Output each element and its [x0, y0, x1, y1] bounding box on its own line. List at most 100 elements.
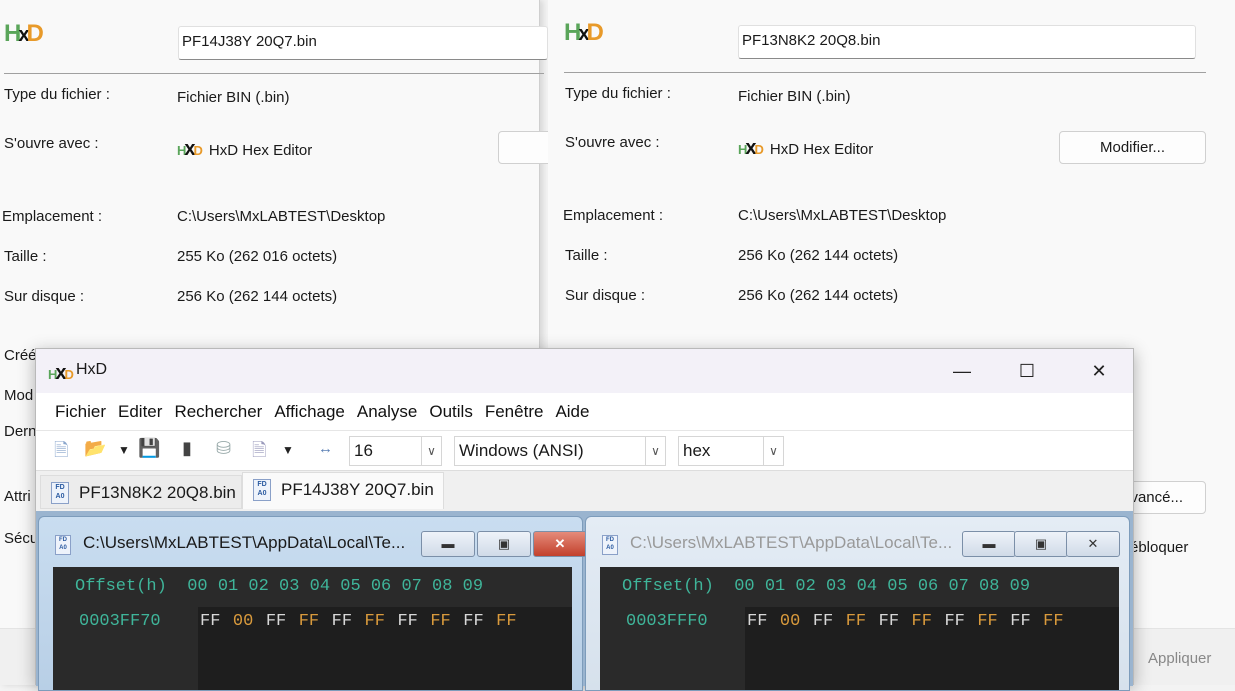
hex-view[interactable]: Offset(h) 00 01 02 03 04 05 06 07 08 09 … [53, 567, 572, 690]
label-on-disk: Sur disque : [4, 288, 85, 305]
modify-button[interactable]: Modifier... [1059, 131, 1206, 164]
hex-byte[interactable]: FF [1043, 612, 1063, 631]
image-icon[interactable]: 🗎 [252, 438, 266, 468]
menu-aide[interactable]: Aide [555, 402, 589, 422]
hex-byte[interactable]: 00 [780, 612, 800, 631]
hex-byte[interactable]: FF [496, 612, 516, 631]
label-modified: Mod [4, 387, 34, 404]
label-size: Taille : [4, 248, 47, 265]
hex-byte[interactable]: FF [332, 612, 352, 631]
save-icon[interactable]: 💾 [138, 438, 160, 459]
new-file-icon[interactable]: 🗎 [54, 438, 68, 468]
value-type: Fichier BIN (.bin) [177, 89, 290, 106]
label-accessed: Dern [4, 423, 37, 440]
hex-byte[interactable]: FF [463, 612, 483, 631]
hex-byte[interactable]: FF [944, 612, 964, 631]
file-icon: FD A0 [51, 482, 69, 504]
menu-analyse[interactable]: Analyse [357, 402, 417, 422]
menu-fenetre[interactable]: Fenêtre [485, 402, 544, 422]
value-opens-with: HxD HxD Hex Editor [177, 138, 312, 161]
label-location: Emplacement : [563, 207, 664, 224]
hxd-file-icon: HxD [564, 19, 604, 46]
hex-view[interactable]: Offset(h) 00 01 02 03 04 05 06 07 08 09 … [600, 567, 1119, 690]
child-title: C:\Users\MxLABTEST\AppData\Local\Te... [83, 533, 406, 552]
minimize-button[interactable]: — [939, 357, 985, 385]
hex-byte[interactable]: FF [813, 612, 833, 631]
label-created: Créé [4, 347, 37, 364]
bytes-per-row-select[interactable]: 16 ∨ [349, 436, 442, 466]
window-title: HxD [76, 361, 108, 378]
image-dropdown-icon[interactable]: ▼ [282, 443, 294, 457]
hex-data-area[interactable]: FF 00 FF FF FF FF FF FF FF FF [745, 607, 1119, 690]
child-window-1: FD A0 C:\Users\MxLABTEST\AppData\Local\Te… [38, 516, 587, 691]
hex-byte[interactable]: 00 [233, 612, 253, 631]
chevron-down-icon: ∨ [763, 437, 783, 465]
hex-byte[interactable]: FF [200, 612, 220, 631]
file-icon: FD A0 [55, 535, 71, 555]
hex-byte[interactable]: FF [977, 612, 997, 631]
hex-byte[interactable]: FF [365, 612, 385, 631]
child-window-2: FD A0 C:\Users\MxLABTEST\AppData\Local\Te… [585, 516, 1130, 691]
app-name: HxD Hex Editor [769, 141, 874, 158]
charset-select[interactable]: Windows (ANSI) ∨ [454, 436, 666, 466]
value-size: 256 Ko (262 144 octets) [738, 247, 899, 264]
tab-label: PF14J38Y 20Q7.bin [281, 480, 434, 499]
ram-icon[interactable]: ▮ [182, 438, 192, 459]
hex-byte[interactable]: FF [397, 612, 417, 631]
tab-pf13n8k2[interactable]: FD A0 PF13N8K2 20Q8.bin [40, 475, 242, 509]
label-opens-with: S'ouvre avec : [565, 134, 660, 151]
hxd-app-icon: HxD [177, 138, 203, 160]
value-type: Fichier BIN (.bin) [738, 88, 851, 105]
toolbar: 🗎 📂 ▼ 💾 ▮ ⛁ 🗎 ▼ ↔ 16 ∨ Windows (ANSI) ∨ he… [36, 431, 1133, 471]
hex-data-area[interactable]: FF 00 FF FF FF FF FF FF FF FF [198, 607, 572, 690]
tab-pf14j38y[interactable]: FD A0 PF14J38Y 20Q7.bin [242, 472, 444, 509]
hex-byte[interactable]: FF [430, 612, 450, 631]
menu-rechercher[interactable]: Rechercher [174, 402, 262, 422]
hex-byte[interactable]: FF [912, 612, 932, 631]
menu-outils[interactable]: Outils [429, 402, 472, 422]
label-attributes: Attri [4, 488, 31, 505]
label-type: Type du fichier : [565, 85, 671, 102]
child-close-button[interactable]: ✕ [1066, 531, 1120, 557]
divider [4, 73, 544, 74]
open-folder-icon[interactable]: 📂 [84, 438, 106, 459]
filename-input[interactable]: PF13N8K2 20Q8.bin [738, 25, 1196, 59]
select-value: 16 [354, 441, 373, 460]
row-offset: 0003FFF0 [626, 612, 708, 631]
hex-byte[interactable]: FF [299, 612, 319, 631]
hex-byte[interactable]: FF [879, 612, 899, 631]
menu-fichier[interactable]: Fichier [55, 402, 106, 422]
child-minimize-button[interactable]: ▬ [962, 531, 1016, 557]
value-opens-with: HxD HxD Hex Editor [738, 137, 873, 160]
hxd-file-icon: HxD [4, 20, 44, 47]
value-location: C:\Users\MxLABTEST\Desktop [738, 207, 947, 224]
hex-byte[interactable]: FF [1010, 612, 1030, 631]
hex-header: Offset(h) 00 01 02 03 04 05 06 07 08 09 [75, 577, 484, 596]
disk-icon[interactable]: ⛁ [216, 438, 231, 459]
child-title: C:\Users\MxLABTEST\AppData\Local\Te... [630, 533, 953, 552]
open-dropdown-icon[interactable]: ▼ [118, 443, 130, 457]
child-restore-button[interactable]: ▣ [477, 531, 531, 557]
base-select[interactable]: hex ∨ [678, 436, 784, 466]
chevron-down-icon: ∨ [421, 437, 441, 465]
apply-button[interactable]: Appliquer [1148, 650, 1211, 667]
hex-byte[interactable]: FF [846, 612, 866, 631]
child-restore-button[interactable]: ▣ [1014, 531, 1068, 557]
app-name: HxD Hex Editor [208, 142, 313, 159]
child-minimize-button[interactable]: ▬ [421, 531, 475, 557]
child-close-button[interactable]: ✕ [533, 531, 587, 557]
menu-editer[interactable]: Editer [118, 402, 162, 422]
close-button[interactable]: ✕ [1076, 357, 1122, 385]
hex-byte[interactable]: FF [266, 612, 286, 631]
filename-input[interactable]: PF14J38Y 20Q7.bin [178, 26, 548, 60]
hex-row: FF 00 FF FF FF FF FF FF FF FF [200, 612, 529, 631]
unblock-checkbox-label[interactable]: ébloquer [1130, 539, 1188, 556]
tab-bar: FD A0 PF13N8K2 20Q8.bin FD A0 PF14J38Y 20Q7.… [36, 471, 1133, 511]
title-bar[interactable]: HxD HxD — ☐ ✕ [36, 349, 1133, 393]
menu-affichage[interactable]: Affichage [274, 402, 345, 422]
maximize-button[interactable]: ☐ [1004, 357, 1050, 385]
hex-row: FF 00 FF FF FF FF FF FF FF FF [747, 612, 1076, 631]
hex-header: Offset(h) 00 01 02 03 04 05 06 07 08 09 [622, 577, 1031, 596]
label-opens-with: S'ouvre avec : [4, 135, 99, 152]
hex-byte[interactable]: FF [747, 612, 767, 631]
